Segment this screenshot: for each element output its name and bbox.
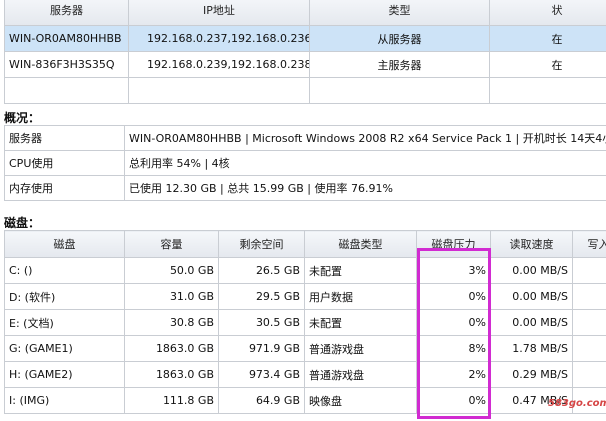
overview-row-server: 服务器 WIN-OR0AM80HHBB | Microsoft Windows … <box>4 125 606 151</box>
server-status: 在 <box>489 51 606 78</box>
disk-table: 磁盘 容量 剩余空间 磁盘类型 磁盘压力 读取速度 写入 C: () 50.0 … <box>4 230 606 414</box>
disk-row[interactable]: I: (IMG) 111.8 GB 64.9 GB 映像盘 0% 0.47 MB… <box>4 387 606 414</box>
overview-value: WIN-OR0AM80HHBB | Microsoft Windows 2008… <box>124 125 606 151</box>
server-row-empty <box>4 77 606 104</box>
disk-type: 未配置 <box>304 257 417 284</box>
disk-read-speed: 0.00 MB/S <box>490 257 573 284</box>
server-ip: 192.168.0.239,192.168.0.238 <box>128 51 310 78</box>
disk-row[interactable]: E: (文档) 30.8 GB 30.5 GB 未配置 0% 0.00 MB/S <box>4 309 606 336</box>
overview-key: 内存使用 <box>4 175 125 201</box>
disk-capacity: 1863.0 GB <box>124 335 219 362</box>
overview-value: 已使用 12.30 GB | 总共 15.99 GB | 使用率 76.91% <box>124 175 606 201</box>
disk-capacity: 31.0 GB <box>124 283 219 310</box>
overview-value: 总利用率 54% | 4核 <box>124 150 606 176</box>
disk-capacity: 50.0 GB <box>124 257 219 284</box>
overview-key: CPU使用 <box>4 150 125 176</box>
disk-type: 普通游戏盘 <box>304 361 417 388</box>
disk-pressure: 8% <box>416 335 491 362</box>
col-header-free[interactable]: 剩余空间 <box>218 230 305 258</box>
server-name: WIN-OR0AM80HHBB <box>4 25 129 52</box>
disk-type: 映像盘 <box>304 387 417 414</box>
server-type: 主服务器 <box>309 51 490 78</box>
overview-table: 服务器 WIN-OR0AM80HHBB | Microsoft Windows … <box>4 125 606 201</box>
disk-title: 磁盘： <box>4 216 41 230</box>
disk-write-speed <box>572 335 606 362</box>
disk-write-speed <box>572 309 606 336</box>
disk-free: 64.9 GB <box>218 387 305 414</box>
disk-drive: H: (GAME2) <box>4 361 125 388</box>
watermark: 583go.com <box>548 398 606 409</box>
col-header-server[interactable]: 服务器 <box>4 0 129 26</box>
disk-type: 普通游戏盘 <box>304 335 417 362</box>
server-name: WIN-836F3H3S35Q <box>4 51 129 78</box>
col-header-capacity[interactable]: 容量 <box>124 230 219 258</box>
disk-free: 30.5 GB <box>218 309 305 336</box>
server-row-2[interactable]: WIN-836F3H3S35Q 192.168.0.239,192.168.0.… <box>4 51 606 78</box>
disk-read-speed: 1.78 MB/S <box>490 335 573 362</box>
disk-write-speed <box>572 361 606 388</box>
disk-free: 971.9 GB <box>218 335 305 362</box>
disk-pressure: 0% <box>416 283 491 310</box>
disk-row[interactable]: C: () 50.0 GB 26.5 GB 未配置 3% 0.00 MB/S <box>4 257 606 284</box>
disk-read-speed: 0.00 MB/S <box>490 283 573 310</box>
overview-row-cpu: CPU使用 总利用率 54% | 4核 <box>4 150 606 176</box>
overview-key: 服务器 <box>4 125 125 151</box>
disk-capacity: 111.8 GB <box>124 387 219 414</box>
disk-pressure: 3% <box>416 257 491 284</box>
server-table-header: 服务器 IP地址 类型 状 <box>4 0 606 26</box>
disk-read-speed: 0.29 MB/S <box>490 361 573 388</box>
server-row-1[interactable]: WIN-OR0AM80HHBB 192.168.0.237,192.168.0.… <box>4 25 606 52</box>
server-type: 从服务器 <box>309 25 490 52</box>
disk-table-header: 磁盘 容量 剩余空间 磁盘类型 磁盘压力 读取速度 写入 <box>4 230 606 258</box>
disk-free: 29.5 GB <box>218 283 305 310</box>
disk-row[interactable]: H: (GAME2) 1863.0 GB 973.4 GB 普通游戏盘 2% 0… <box>4 361 606 388</box>
col-header-pressure[interactable]: 磁盘压力 <box>416 230 491 258</box>
overview-title: 概况： <box>4 111 41 125</box>
disk-pressure: 2% <box>416 361 491 388</box>
col-header-write-speed[interactable]: 写入 <box>572 230 606 258</box>
server-ip: 192.168.0.237,192.168.0.236 <box>128 25 310 52</box>
disk-drive: C: () <box>4 257 125 284</box>
col-header-ip[interactable]: IP地址 <box>128 0 310 26</box>
disk-drive: G: (GAME1) <box>4 335 125 362</box>
col-header-disk[interactable]: 磁盘 <box>4 230 125 258</box>
disk-capacity: 1863.0 GB <box>124 361 219 388</box>
disk-type: 未配置 <box>304 309 417 336</box>
disk-free: 973.4 GB <box>218 361 305 388</box>
disk-read-speed: 0.00 MB/S <box>490 309 573 336</box>
disk-drive: E: (文档) <box>4 309 125 336</box>
col-header-disk-type[interactable]: 磁盘类型 <box>304 230 417 258</box>
disk-pressure: 0% <box>416 309 491 336</box>
disk-drive: I: (IMG) <box>4 387 125 414</box>
disk-type: 用户数据 <box>304 283 417 310</box>
disk-drive: D: (软件) <box>4 283 125 310</box>
disk-write-speed <box>572 283 606 310</box>
col-header-read-speed[interactable]: 读取速度 <box>490 230 573 258</box>
server-status: 在 <box>489 25 606 52</box>
disk-free: 26.5 GB <box>218 257 305 284</box>
overview-row-memory: 内存使用 已使用 12.30 GB | 总共 15.99 GB | 使用率 76… <box>4 175 606 201</box>
disk-pressure: 0% <box>416 387 491 414</box>
col-header-status[interactable]: 状 <box>489 0 606 26</box>
disk-row[interactable]: D: (软件) 31.0 GB 29.5 GB 用户数据 0% 0.00 MB/… <box>4 283 606 310</box>
server-table: 服务器 IP地址 类型 状 WIN-OR0AM80HHBB 192.168.0.… <box>4 0 606 104</box>
disk-row[interactable]: G: (GAME1) 1863.0 GB 971.9 GB 普通游戏盘 8% 1… <box>4 335 606 362</box>
col-header-type[interactable]: 类型 <box>309 0 490 26</box>
disk-capacity: 30.8 GB <box>124 309 219 336</box>
disk-write-speed <box>572 257 606 284</box>
